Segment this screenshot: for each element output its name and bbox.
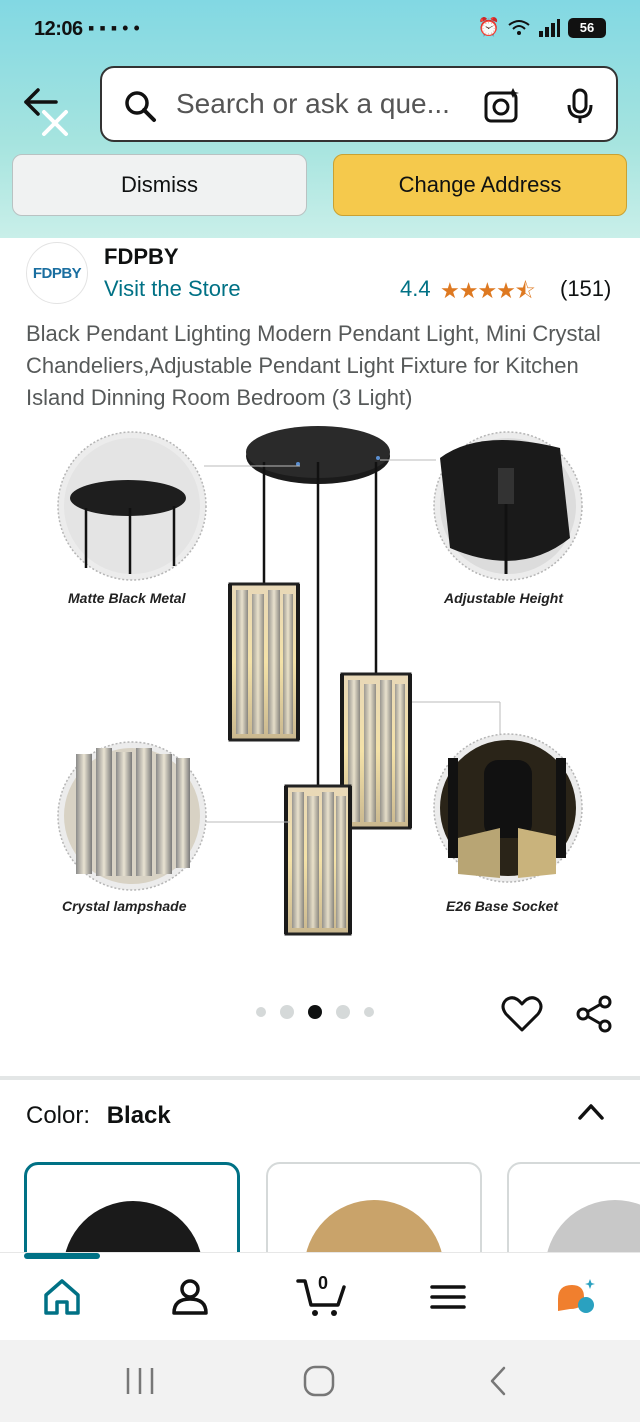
signal-icon bbox=[539, 18, 560, 37]
star-rating-icon[interactable]: ★★★★⯪ bbox=[440, 274, 536, 312]
cart-icon[interactable]: 0 bbox=[296, 1273, 348, 1319]
chevron-up-icon[interactable] bbox=[576, 1100, 606, 1122]
product-image[interactable]: Matte Black Metal Adjustable Height Crys… bbox=[0, 418, 640, 958]
caption-crystal-lampshade: Crystal lampshade bbox=[62, 898, 187, 914]
share-icon[interactable] bbox=[574, 994, 614, 1034]
change-address-button[interactable]: Change Address bbox=[333, 154, 627, 216]
color-selector-label: Color: Black bbox=[26, 1102, 171, 1130]
image-pagination[interactable] bbox=[256, 1005, 374, 1019]
pagination-dot[interactable] bbox=[336, 1005, 350, 1019]
status-bar: 12:06 ▪ ▪ ▪ • • ⏰ 56 bbox=[0, 0, 640, 62]
pagination-dot[interactable] bbox=[364, 1007, 374, 1017]
dismiss-button[interactable]: Dismiss bbox=[12, 154, 307, 216]
caption-e26-base-socket: E26 Base Socket bbox=[446, 898, 559, 914]
menu-icon[interactable] bbox=[426, 1275, 470, 1319]
system-navigation bbox=[0, 1340, 640, 1422]
alarm-icon: ⏰ bbox=[477, 17, 500, 37]
product-illustration bbox=[57, 426, 583, 936]
pagination-dot-active[interactable] bbox=[308, 1005, 322, 1019]
product-title: Black Pendant Lighting Modern Pendant Li… bbox=[26, 321, 601, 410]
pagination-dot[interactable] bbox=[256, 1007, 266, 1017]
recent-apps-icon[interactable] bbox=[124, 1366, 156, 1396]
back-nav-icon[interactable] bbox=[486, 1364, 510, 1398]
wifi-icon bbox=[508, 19, 530, 35]
status-right: ⏰ 56 bbox=[478, 17, 606, 38]
top-header: 12:06 ▪ ▪ ▪ • • ⏰ 56 Search or ask a que… bbox=[0, 0, 640, 238]
visit-store-link[interactable]: Visit the Store bbox=[104, 276, 241, 302]
section-divider bbox=[0, 1076, 640, 1080]
color-label: Color: bbox=[26, 1102, 91, 1129]
battery-icon: 56 bbox=[568, 17, 606, 38]
rufus-icon[interactable] bbox=[554, 1275, 598, 1319]
cart-count: 0 bbox=[318, 1273, 329, 1293]
brand-logo[interactable]: FDPBY bbox=[26, 242, 88, 304]
bottom-navigation: 0 bbox=[0, 1252, 640, 1340]
microphone-icon[interactable] bbox=[560, 86, 600, 126]
color-value: Black bbox=[106, 1102, 171, 1129]
rating-value[interactable]: 4.4 bbox=[400, 276, 431, 302]
notification-icons: ▪ ▪ ▪ • • bbox=[88, 18, 140, 38]
pagination-dot[interactable] bbox=[280, 1005, 294, 1019]
back-button[interactable] bbox=[18, 82, 78, 142]
brand-row: FDPBY FDPBY Visit the Store 4.4 ★★★★⯪ (1… bbox=[0, 238, 640, 310]
heart-icon[interactable] bbox=[500, 994, 544, 1034]
home-button-icon[interactable] bbox=[302, 1364, 336, 1398]
home-icon[interactable] bbox=[40, 1275, 84, 1319]
search-placeholder: Search or ask a que... bbox=[176, 88, 450, 119]
search-input[interactable]: Search or ask a que... bbox=[100, 66, 618, 142]
camera-search-icon[interactable] bbox=[482, 86, 522, 126]
caption-adjustable-height: Adjustable Height bbox=[444, 590, 564, 606]
back-arrow-icon bbox=[24, 88, 68, 136]
status-time: 12:06 bbox=[34, 18, 83, 40]
active-tab-indicator bbox=[24, 1253, 100, 1259]
caption-matte-black-metal: Matte Black Metal bbox=[68, 590, 186, 606]
review-count[interactable]: (151) bbox=[560, 276, 611, 302]
search-icon bbox=[125, 91, 156, 122]
account-icon[interactable] bbox=[168, 1275, 212, 1319]
brand-name: FDPBY bbox=[104, 244, 179, 269]
